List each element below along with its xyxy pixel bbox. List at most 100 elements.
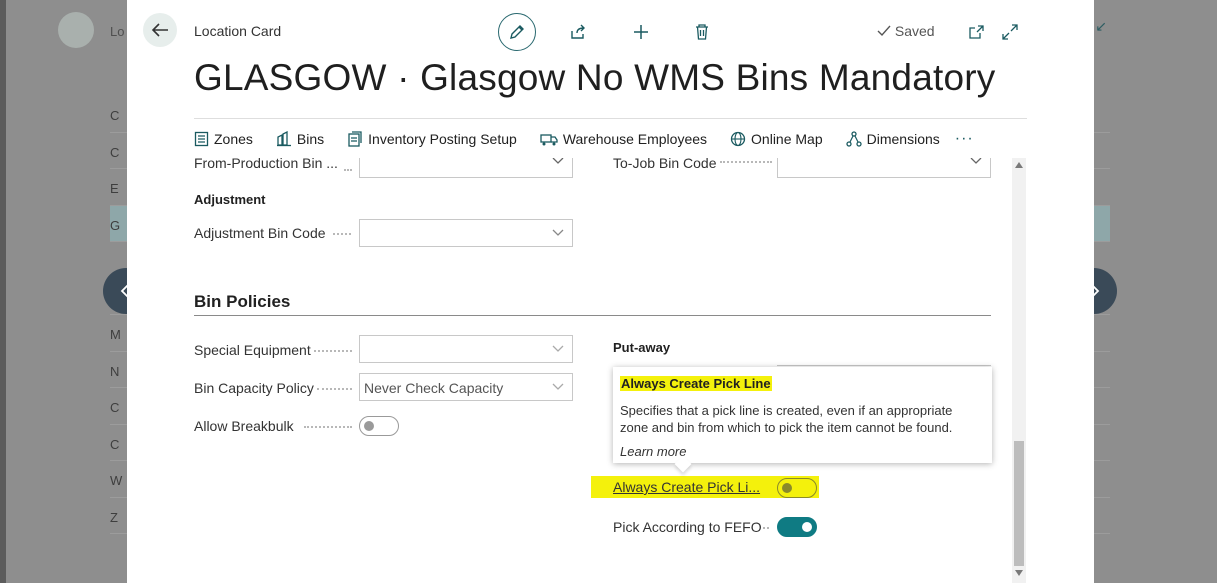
special-equipment-select[interactable] bbox=[359, 335, 573, 363]
to-job-bin-field: To-Job Bin Code bbox=[613, 158, 717, 176]
field-dots bbox=[763, 527, 769, 529]
adjustment-bin-label: Adjustment Bin Code bbox=[194, 225, 326, 241]
from-production-bin-label: From-Production Bin ... bbox=[194, 158, 338, 171]
card-content: From-Production Bin ... To-Job Bin Code … bbox=[127, 158, 1094, 583]
action-warehouse-employees[interactable]: Warehouse Employees bbox=[540, 131, 707, 147]
learn-more-link[interactable]: Learn more bbox=[620, 444, 985, 459]
action-online-map[interactable]: Online Map bbox=[730, 131, 823, 147]
adjustment-bin-field: Adjustment Bin Code bbox=[194, 220, 326, 246]
back-button[interactable] bbox=[143, 13, 177, 47]
card-type-label: Location Card bbox=[194, 23, 282, 39]
background-row-text: Z bbox=[110, 509, 118, 525]
to-job-bin-select[interactable] bbox=[777, 158, 991, 178]
field-tooltip: Always Create Pick Line Specifies that a… bbox=[613, 367, 992, 473]
background-row-text: C bbox=[110, 436, 120, 452]
action-bins-label: Bins bbox=[296, 130, 325, 147]
save-status: Saved bbox=[877, 23, 935, 39]
field-dots bbox=[314, 350, 352, 352]
action-online-map-label: Online Map bbox=[751, 130, 823, 147]
action-dimensions[interactable]: Dimensions bbox=[845, 130, 940, 147]
background-corner-icon: ↙ bbox=[1095, 18, 1107, 34]
action-warehouse-employees-label: Warehouse Employees bbox=[562, 130, 708, 147]
back-arrow-icon bbox=[151, 23, 168, 37]
page-title: GLASGOW · Glasgow No WMS Bins Mandatory bbox=[194, 57, 996, 98]
plus-icon bbox=[634, 25, 648, 39]
new-button[interactable] bbox=[622, 13, 660, 51]
action-bins[interactable]: Bins bbox=[276, 130, 325, 147]
scrollbar-thumb[interactable] bbox=[1014, 441, 1024, 566]
adjustment-bin-select[interactable] bbox=[359, 219, 573, 247]
field-dots bbox=[344, 169, 352, 171]
open-in-new-window-icon bbox=[969, 25, 984, 39]
chevron-down-icon bbox=[970, 158, 982, 164]
tooltip-title: Always Create Pick Line bbox=[620, 376, 772, 391]
field-dots bbox=[333, 233, 351, 235]
zones-icon bbox=[194, 131, 209, 147]
scroll-up-arrow-icon[interactable] bbox=[1015, 162, 1023, 168]
put-away-heading: Put-away bbox=[613, 340, 671, 355]
always-create-pick-line-label[interactable]: Always Create Pick Li... bbox=[613, 479, 760, 495]
share-button[interactable] bbox=[559, 13, 597, 51]
from-production-bin-field: From-Production Bin ... bbox=[194, 158, 338, 176]
bins-icon bbox=[276, 130, 292, 147]
action-bar: Zones Bins Inventory Posting Setup Wareh… bbox=[194, 118, 1027, 158]
pencil-icon bbox=[510, 25, 524, 39]
background-edge bbox=[0, 0, 6, 583]
bin-capacity-policy-field: Bin Capacity Policy bbox=[194, 375, 314, 401]
bin-capacity-policy-select[interactable]: Never Check Capacity bbox=[359, 373, 573, 401]
action-inventory-posting-setup[interactable]: Inventory Posting Setup bbox=[347, 131, 517, 147]
expand-button[interactable] bbox=[991, 13, 1029, 51]
toggle-knob bbox=[802, 522, 812, 532]
bin-policies-title[interactable]: Bin Policies bbox=[194, 292, 290, 312]
chevron-down-icon bbox=[552, 229, 564, 236]
vertical-scrollbar[interactable] bbox=[1012, 158, 1026, 583]
action-dimensions-label: Dimensions bbox=[866, 130, 940, 147]
tooltip-body: Specifies that a pick line is created, e… bbox=[620, 403, 953, 435]
action-zones-label: Zones bbox=[214, 130, 253, 147]
action-zones[interactable]: Zones bbox=[194, 131, 253, 147]
background-row-text: M bbox=[110, 327, 121, 342]
to-job-bin-label: To-Job Bin Code bbox=[613, 158, 717, 171]
chevron-down-icon bbox=[552, 345, 564, 352]
chevron-down-icon bbox=[552, 158, 564, 164]
allow-breakbulk-toggle[interactable] bbox=[359, 416, 399, 436]
chevron-down-icon bbox=[552, 383, 564, 390]
saved-label: Saved bbox=[894, 23, 935, 39]
background-row-text: C bbox=[110, 144, 120, 160]
more-actions-button[interactable]: ··· bbox=[955, 130, 974, 148]
pick-fefo-label: Pick According to FEFO bbox=[613, 519, 762, 535]
bin-capacity-policy-label: Bin Capacity Policy bbox=[194, 380, 314, 396]
delete-button[interactable] bbox=[683, 13, 721, 51]
background-row-text: C bbox=[110, 400, 120, 415]
location-card-dialog: Location Card Saved GLASGOW · Glasgow No… bbox=[127, 0, 1094, 583]
globe-icon bbox=[730, 131, 746, 147]
edit-button[interactable] bbox=[498, 13, 536, 51]
background-row-text: E bbox=[110, 181, 119, 196]
pick-fefo-toggle[interactable] bbox=[777, 517, 817, 537]
put-away-field-edge bbox=[777, 365, 991, 366]
special-equipment-label: Special Equipment bbox=[194, 342, 311, 358]
allow-breakbulk-field: Allow Breakbulk bbox=[194, 413, 294, 439]
field-dots bbox=[317, 388, 352, 390]
setup-icon bbox=[347, 130, 363, 147]
scroll-down-arrow-icon[interactable] bbox=[1015, 570, 1023, 576]
toggle-knob bbox=[364, 421, 374, 431]
special-equipment-field: Special Equipment bbox=[194, 337, 311, 363]
background-row-text: C bbox=[110, 108, 120, 123]
checkmark-icon bbox=[877, 25, 891, 37]
bin-capacity-policy-value: Never Check Capacity bbox=[364, 380, 504, 396]
dimensions-icon bbox=[845, 130, 862, 147]
employees-icon bbox=[540, 132, 558, 146]
from-production-bin-select[interactable] bbox=[359, 158, 573, 178]
background-row-text: G bbox=[110, 217, 121, 233]
background-row-text: N bbox=[110, 363, 120, 379]
share-icon bbox=[571, 24, 585, 39]
field-dots bbox=[720, 161, 772, 163]
background-back-button bbox=[58, 12, 94, 48]
adjustment-heading: Adjustment bbox=[194, 192, 266, 207]
background-row-text: W bbox=[110, 473, 123, 488]
expand-icon bbox=[1002, 24, 1018, 40]
background-title: Lo bbox=[110, 24, 125, 39]
always-create-pick-line-toggle[interactable] bbox=[777, 478, 817, 498]
field-dots bbox=[304, 426, 352, 428]
